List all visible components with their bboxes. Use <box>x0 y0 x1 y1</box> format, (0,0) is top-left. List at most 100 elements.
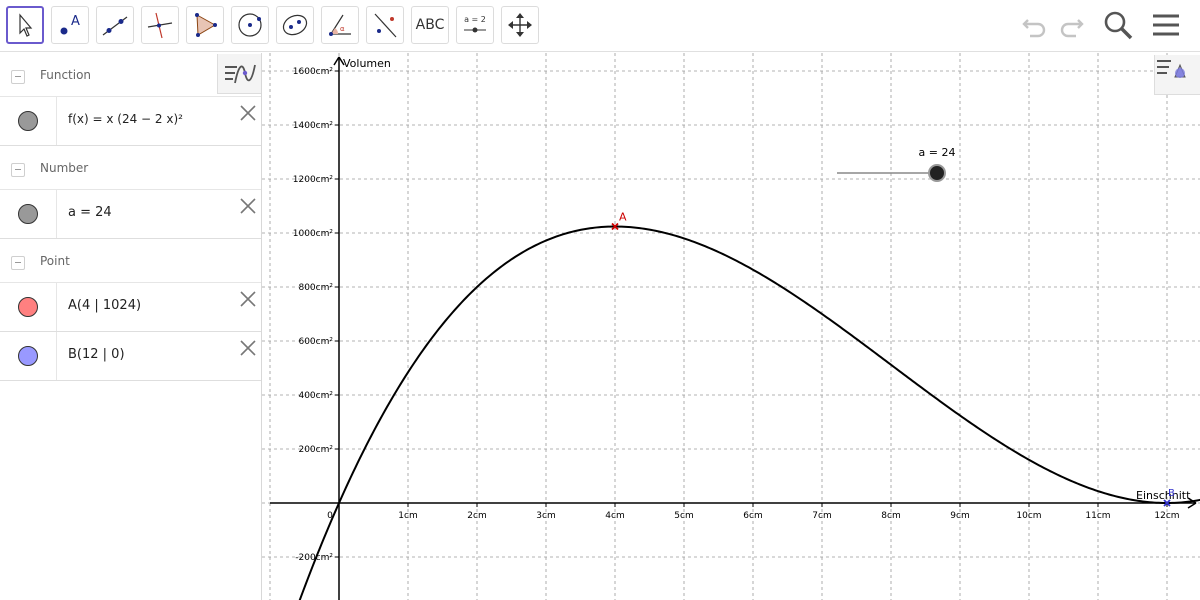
x-tick-label: 2cm <box>467 511 486 521</box>
algebra-style-icon <box>224 64 256 83</box>
perpendicular-icon <box>147 12 173 39</box>
algebra-item-point-B[interactable]: B(12 | 0) <box>0 332 261 381</box>
close-icon[interactable] <box>238 103 258 123</box>
line-icon <box>102 16 128 36</box>
point-icon: A <box>60 14 80 35</box>
collapse-icon[interactable] <box>11 256 25 270</box>
polygon-tool[interactable] <box>186 6 224 44</box>
algebra-item-number-a[interactable]: a = 24 <box>0 190 261 239</box>
collapse-icon[interactable] <box>11 163 25 177</box>
x-tick-label: 8cm <box>881 511 900 521</box>
x-tick-labels: 0 1cm 2cm 3cm 4cm 5cm 6cm 7cm 8cm 9cm 10cm 11cm 12cm <box>327 503 1180 521</box>
x-axis-label: Einschnitt <box>1136 489 1191 502</box>
point-B-label: B <box>1168 488 1175 499</box>
x-tick-label: 9cm <box>950 511 969 521</box>
collapse-icon[interactable] <box>11 70 25 84</box>
text-tool[interactable]: ABC <box>411 6 449 44</box>
x-tick-label: 10cm <box>1016 511 1041 521</box>
point-tool[interactable]: A <box>51 6 89 44</box>
category-label: Function <box>40 68 92 82</box>
redo-icon <box>1060 19 1084 38</box>
line-tool[interactable] <box>96 6 134 44</box>
move-graphics-tool[interactable] <box>501 6 539 44</box>
x-tick-label: 12cm <box>1154 511 1179 521</box>
search-icon <box>1104 11 1133 40</box>
close-icon[interactable] <box>238 338 258 358</box>
y-axis-label: Volumen <box>343 57 391 70</box>
text-tool-label: ABC <box>415 17 445 33</box>
slider-handle[interactable] <box>928 164 946 182</box>
graphics-style-bar-button[interactable] <box>1154 55 1200 95</box>
reflect-tool[interactable] <box>366 6 404 44</box>
x-tick-label: 7cm <box>812 511 831 521</box>
category-label: Number <box>40 161 89 175</box>
polygon-icon <box>195 13 217 37</box>
slider-a[interactable]: a = 24 <box>837 146 956 182</box>
category-point[interactable]: Point <box>0 239 261 283</box>
graphics-view[interactable]: 0 1cm 2cm 3cm 4cm 5cm 6cm 7cm 8cm 9cm 10cm 11cm 12cm… <box>262 53 1200 600</box>
graph-canvas[interactable]: 0 1cm 2cm 3cm 4cm 5cm 6cm 7cm 8cm 9cm 10cm 11cm 12cm… <box>262 53 1200 600</box>
svg-text:a = 2: a = 2 <box>464 15 486 24</box>
y-tick-label: 1600cm² <box>293 67 334 77</box>
close-icon[interactable] <box>238 196 258 216</box>
move-graphics-icon <box>508 13 532 37</box>
number-expression[interactable]: a = 24 <box>68 205 112 220</box>
undo-button[interactable] <box>1018 8 1052 42</box>
ellipse-icon <box>282 14 308 36</box>
point-A-label: A <box>619 211 627 224</box>
separator <box>56 332 57 380</box>
reflect-icon <box>374 13 397 38</box>
slider-label: a = 24 <box>919 146 956 159</box>
y-tick-label: 800cm² <box>298 283 333 293</box>
arrow-pointer-icon <box>19 13 33 37</box>
x-tick-label: 4cm <box>605 511 624 521</box>
ellipse-tool[interactable] <box>276 6 314 44</box>
circle-center-icon <box>238 13 262 37</box>
slider-icon: a = 2 <box>464 15 486 33</box>
point-expression[interactable]: A(4 | 1024) <box>68 298 141 313</box>
move-tool[interactable] <box>6 6 44 44</box>
svg-text:A: A <box>71 14 80 29</box>
algebra-view: Function f(x) = x (24 − 2 x)² Number a =… <box>0 53 262 600</box>
visibility-marble-icon[interactable] <box>18 297 38 317</box>
visibility-marble-icon[interactable] <box>18 204 38 224</box>
algebra-item-function-f[interactable]: f(x) = x (24 − 2 x)² <box>0 97 261 146</box>
circle-tool[interactable] <box>231 6 269 44</box>
angle-tool[interactable]: α <box>321 6 359 44</box>
menu-icon <box>1153 14 1179 36</box>
point-expression[interactable]: B(12 | 0) <box>68 347 125 362</box>
angle-icon: α <box>329 14 351 36</box>
algebra-style-bar-button[interactable] <box>217 54 261 94</box>
search-button[interactable] <box>1101 8 1135 42</box>
y-tick-label: 600cm² <box>298 337 333 347</box>
y-tick-labels: -200cm²200cm²400cm²600cm²800cm²1000cm²12… <box>293 67 339 563</box>
x-tick-label: 1cm <box>398 511 417 521</box>
x-tick-label: 6cm <box>743 511 762 521</box>
y-tick-label: 1400cm² <box>293 121 334 131</box>
function-expression[interactable]: f(x) = x (24 − 2 x)² <box>68 112 183 126</box>
x-tick-label: 3cm <box>536 511 555 521</box>
separator <box>56 283 57 331</box>
category-label: Point <box>40 254 70 268</box>
category-number[interactable]: Number <box>0 146 261 190</box>
x-tick-label: 5cm <box>674 511 693 521</box>
category-function[interactable]: Function <box>0 53 261 97</box>
toolbar: A α ABC a = 2 <box>0 0 1200 52</box>
y-tick-label: 400cm² <box>298 391 333 401</box>
visibility-marble-icon[interactable] <box>18 111 38 131</box>
x-tick-label: 11cm <box>1085 511 1110 521</box>
y-tick-label: 1200cm² <box>293 175 334 185</box>
separator <box>56 97 57 145</box>
svg-text:α: α <box>340 25 345 33</box>
redo-button[interactable] <box>1054 8 1088 42</box>
function-curve[interactable] <box>298 225 1200 600</box>
undo-icon <box>1022 19 1046 38</box>
slider-tool[interactable]: a = 2 <box>456 6 494 44</box>
close-icon[interactable] <box>238 289 258 309</box>
menu-button[interactable] <box>1149 8 1183 42</box>
graphics-style-icon <box>1157 60 1186 78</box>
y-tick-label: 1000cm² <box>293 229 334 239</box>
visibility-marble-icon[interactable] <box>18 346 38 366</box>
algebra-item-point-A[interactable]: A(4 | 1024) <box>0 283 261 332</box>
perpendicular-tool[interactable] <box>141 6 179 44</box>
